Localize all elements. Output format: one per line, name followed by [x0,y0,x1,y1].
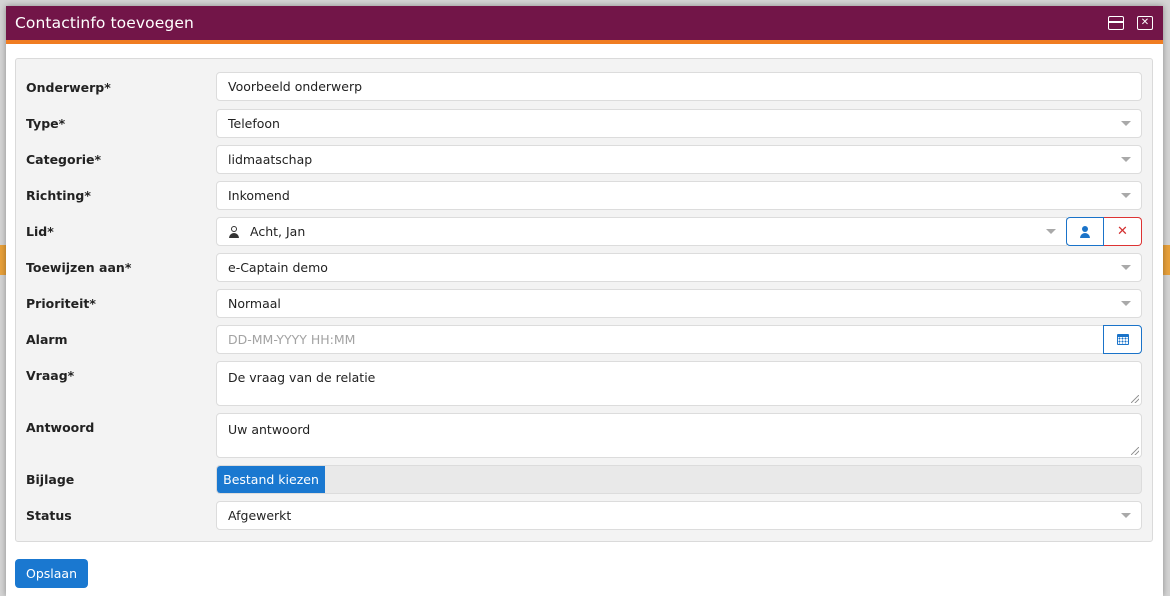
x-icon: ✕ [1117,224,1128,239]
calendar-icon [1116,334,1129,345]
type-select[interactable]: Telefoon [216,109,1142,138]
richting-value: Inkomend [228,188,290,203]
bijlage-label: Bijlage [26,472,75,487]
chevron-down-icon [1121,121,1131,126]
maximize-icon[interactable] [1108,16,1124,30]
categorie-value: lidmaatschap [228,152,313,167]
antwoord-textarea[interactable]: Uw antwoord [216,413,1142,458]
person-icon [228,225,240,238]
contact-info-dialog: Contactinfo toevoegen ✕ Onderwerp* Voorb… [6,6,1163,596]
chevron-down-icon [1121,265,1131,270]
prioriteit-select[interactable]: Normaal [216,289,1142,318]
vraag-textarea[interactable]: De vraag van de relatie [216,361,1142,406]
calendar-button[interactable] [1103,325,1142,354]
richting-select[interactable]: Inkomend [216,181,1142,210]
dialog-header: Contactinfo toevoegen ✕ [6,6,1163,44]
close-icon[interactable]: ✕ [1137,16,1153,30]
save-button[interactable]: Opslaan [15,559,88,588]
categorie-label: Categorie* [26,152,102,167]
resize-handle-icon[interactable] [1131,395,1139,403]
alarm-label: Alarm [26,332,68,347]
chevron-down-icon [1046,229,1056,234]
categorie-select[interactable]: lidmaatschap [216,145,1142,174]
antwoord-label: Antwoord [26,420,95,435]
lid-value: Acht, Jan [250,224,306,239]
toewijzen-label: Toewijzen aan* [26,260,132,275]
prioriteit-value: Normaal [228,296,281,311]
resize-handle-icon[interactable] [1131,447,1139,455]
onderwerp-value: Voorbeeld onderwerp [228,79,363,94]
lid-select[interactable]: Acht, Jan [216,217,1067,246]
lid-label: Lid* [26,224,54,239]
type-label: Type* [26,116,66,131]
select-member-button[interactable] [1066,217,1104,246]
onderwerp-input[interactable]: Voorbeeld onderwerp [216,72,1142,101]
person-icon [1079,225,1091,238]
alarm-placeholder: DD-MM-YYYY HH:MM [228,332,356,347]
alarm-input[interactable]: DD-MM-YYYY HH:MM [216,325,1104,354]
chevron-down-icon [1121,513,1131,518]
status-value: Afgewerkt [228,508,292,523]
prioriteit-label: Prioriteit* [26,296,96,311]
toewijzen-select[interactable]: e-Captain demo [216,253,1142,282]
choose-file-button[interactable]: Bestand kiezen [217,466,325,493]
type-value: Telefoon [228,116,280,131]
clear-member-button[interactable]: ✕ [1104,217,1142,246]
chevron-down-icon [1121,193,1131,198]
status-select[interactable]: Afgewerkt [216,501,1142,530]
onderwerp-label: Onderwerp* [26,80,111,95]
chevron-down-icon [1121,301,1131,306]
richting-label: Richting* [26,188,91,203]
antwoord-placeholder: Uw antwoord [228,422,311,437]
vraag-placeholder: De vraag van de relatie [228,370,376,385]
dialog-title: Contactinfo toevoegen [15,14,194,32]
chevron-down-icon [1121,157,1131,162]
toewijzen-value: e-Captain demo [228,260,328,275]
status-label: Status [26,508,72,523]
file-input[interactable]: Bestand kiezen [216,465,1142,494]
contact-form: Onderwerp* Voorbeeld onderwerp Type* Tel… [15,58,1153,542]
vraag-label: Vraag* [26,368,75,383]
